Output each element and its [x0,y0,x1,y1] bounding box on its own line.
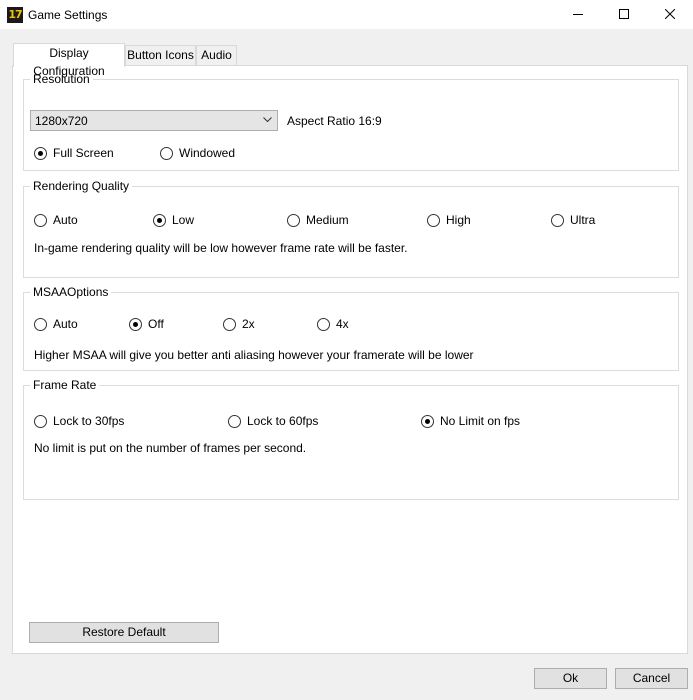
radio-windowed[interactable]: Windowed [160,145,235,161]
restore-default-button[interactable]: Restore Default [29,622,219,643]
close-button[interactable] [647,0,693,30]
radio-msaa-off[interactable]: Off [129,316,164,332]
radio-label: Off [148,317,164,331]
radio-no-limit-fps[interactable]: No Limit on fps [421,413,520,429]
tab-display-configuration[interactable]: Display Configuration [13,43,125,78]
resolution-dropdown[interactable]: 1280x720 [30,110,278,131]
radio-label: No Limit on fps [440,414,521,428]
tab-label: Audio [201,48,232,62]
msaa-group: MSAAOptions Auto Off 2x 4x Higher MSAA w… [23,285,679,371]
radio-full-screen[interactable]: Full Screen [34,145,114,161]
rendering-quality-description: In-game rendering quality will be low ho… [34,241,408,255]
radio-msaa-2x[interactable]: 2x [223,316,255,332]
radio-lock-60fps[interactable]: Lock to 60fps [228,413,318,429]
radio-indicator [34,317,47,331]
rendering-quality-group: Rendering Quality Auto Low Medium High U… [23,179,679,278]
radio-indicator [421,414,434,428]
tab-button-icons[interactable]: Button Icons [125,45,196,65]
radio-rq-high[interactable]: High [427,212,471,228]
msaa-description: Higher MSAA will give you better anti al… [34,348,474,362]
radio-rq-auto[interactable]: Auto [34,212,78,228]
radio-label: Lock to 60fps [247,414,319,428]
radio-label: Auto [53,213,78,227]
tab-audio[interactable]: Audio [196,45,237,65]
resolution-group: Resolution 1280x720 Aspect Ratio 16:9 Fu… [23,72,679,171]
close-icon [665,9,675,19]
minimize-button[interactable] [555,0,601,30]
radio-rq-low[interactable]: Low [153,212,194,228]
tab-label: Display Configuration [33,46,105,78]
tab-label: Button Icons [127,48,194,62]
radio-label: Medium [306,213,349,227]
maximize-button[interactable] [601,0,647,30]
radio-label: Lock to 30fps [53,414,125,428]
radio-msaa-auto[interactable]: Auto [34,316,78,332]
radio-label: Ultra [570,213,596,227]
radio-indicator [129,317,142,331]
radio-label: Auto [53,317,78,331]
frame-rate-description: No limit is put on the number of frames … [34,441,307,455]
msaa-title: MSAAOptions [30,285,112,299]
radio-indicator [317,317,330,331]
resolution-value: 1280x720 [35,114,88,128]
frame-rate-group: Frame Rate Lock to 30fps Lock to 60fps N… [23,378,679,500]
radio-rq-ultra[interactable]: Ultra [551,212,595,228]
window-title: Game Settings [28,8,108,22]
radio-indicator [34,213,47,227]
display-configuration-panel: Resolution 1280x720 Aspect Ratio 16:9 Fu… [12,65,688,654]
radio-indicator [287,213,300,227]
chevron-down-icon [263,117,272,123]
rendering-quality-title: Rendering Quality [30,179,133,193]
radio-label: High [446,213,471,227]
radio-indicator [153,213,166,227]
aspect-ratio-label: Aspect Ratio 16:9 [287,114,382,128]
radio-label: Windowed [179,146,236,160]
app-icon: 17 [7,7,23,23]
radio-label: 4x [336,317,349,331]
radio-indicator [228,414,241,428]
ok-button[interactable]: Ok [534,668,607,689]
radio-indicator [160,146,173,160]
radio-label: 2x [242,317,255,331]
radio-lock-30fps[interactable]: Lock to 30fps [34,413,124,429]
radio-rq-medium[interactable]: Medium [287,212,349,228]
radio-indicator [551,213,564,227]
frame-rate-title: Frame Rate [30,378,100,392]
radio-label: Full Screen [53,146,114,160]
radio-indicator [427,213,440,227]
maximize-icon [619,9,629,19]
radio-msaa-4x[interactable]: 4x [317,316,349,332]
title-bar: 17 Game Settings [0,0,693,30]
radio-indicator [34,414,47,428]
radio-label: Low [172,213,195,227]
cancel-button[interactable]: Cancel [615,668,688,689]
radio-indicator [223,317,236,331]
radio-indicator [34,146,47,160]
minimize-icon [573,14,583,15]
